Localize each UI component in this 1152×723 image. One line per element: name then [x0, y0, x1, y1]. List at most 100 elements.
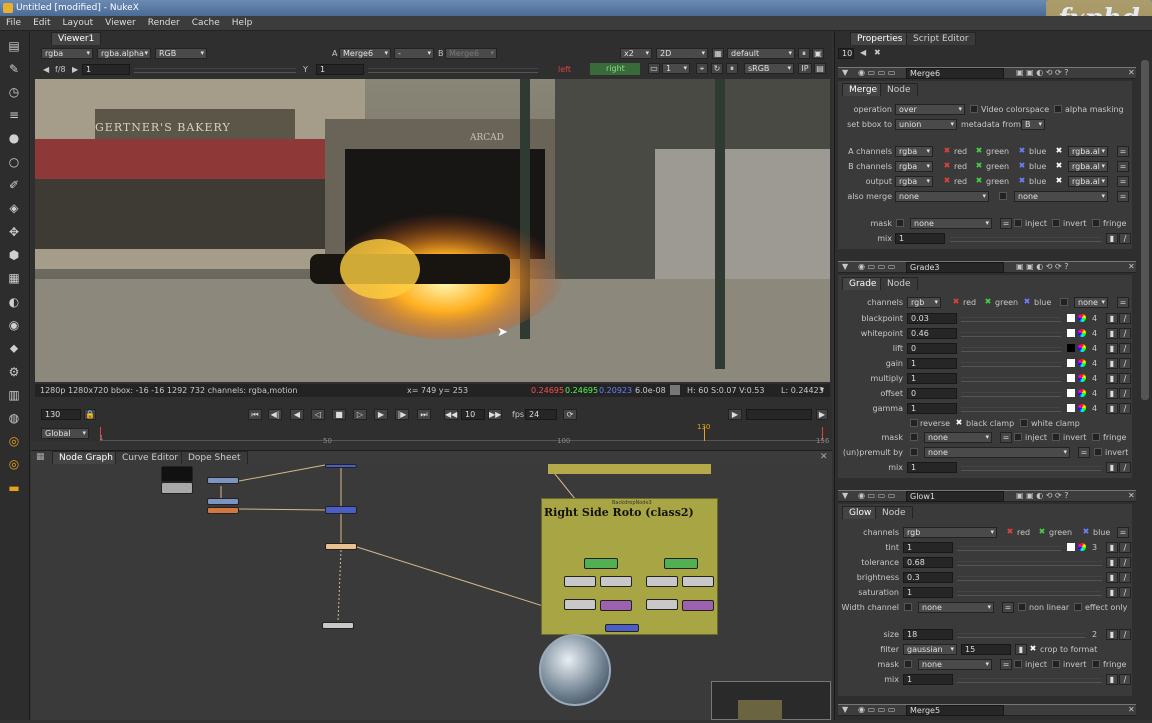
grade3-header[interactable]: ▼ ◉ ▭ ▭ ▭ Grade3 ▣ ▣ ◐ ⟲ ⟳ ? ✕ — [838, 261, 1136, 273]
brightness-field[interactable]: 0.3 — [903, 572, 953, 583]
flipbook-icon[interactable]: ▶ — [728, 409, 742, 420]
b-red-check[interactable]: ✖ — [943, 162, 951, 170]
glow-panel-tools-icon[interactable]: ▣ ▣ ◐ ⟲ ⟳ ? — [1016, 491, 1068, 501]
a-green-check[interactable]: ✖ — [975, 147, 983, 155]
a-blue-check[interactable]: ✖ — [1018, 147, 1026, 155]
grade-alpha-select[interactable]: none — [1074, 297, 1108, 308]
fstop-arrow-icon[interactable]: ▶ — [72, 65, 78, 75]
grade-mix-curve-icon[interactable]: ∕ — [1119, 462, 1131, 473]
menu-layout[interactable]: Layout — [57, 16, 100, 31]
width-channel-select[interactable]: none — [918, 602, 994, 613]
grade-mask-menu[interactable]: = — [1000, 432, 1012, 443]
glow-fringe-checkbox[interactable] — [1092, 660, 1100, 668]
tint-field[interactable]: 1 — [903, 542, 953, 553]
glow1-name-field[interactable]: Glow1 — [906, 491, 1004, 502]
merge6-header[interactable]: ▼ ◉ ▭ ▭ ▭ Merge6 ▣ ▣ ◐ ⟲ ⟳ ? ✕ — [838, 67, 1136, 79]
glow-mix-slider[interactable] — [957, 674, 1102, 683]
grade-offset-field[interactable]: 0 — [907, 388, 957, 399]
draw-icon[interactable]: ✎ — [6, 62, 22, 76]
downrez-select[interactable]: 1 — [662, 63, 690, 74]
premult-invert-checkbox[interactable] — [1094, 448, 1102, 456]
mix-anim-icon[interactable]: ▮ — [1106, 233, 1118, 244]
grade-fringe-checkbox[interactable] — [1092, 433, 1100, 441]
merge5-panel-view-icon[interactable]: ◉ ▭ ▭ ▭ — [858, 705, 895, 715]
metadata-icon[interactable]: ◐ — [6, 295, 22, 309]
loop-icon[interactable]: ⟳ — [563, 409, 577, 420]
output-menu[interactable]: = — [1117, 176, 1129, 187]
glow-channels-select[interactable]: rgb — [903, 527, 997, 538]
b-input-select[interactable]: Merge6 — [445, 48, 497, 59]
grade-invert-checkbox[interactable] — [1052, 433, 1060, 441]
glow-red-check[interactable]: ✖ — [1006, 528, 1014, 536]
grade-gain-field[interactable]: 1 — [907, 358, 957, 369]
max-panels-field[interactable]: 10 — [838, 48, 854, 59]
prev-keyframe-button[interactable]: ◀| — [268, 409, 282, 420]
grade-multiply-anim-icon[interactable]: ▮ — [1106, 373, 1118, 384]
views-icon[interactable]: ▦ — [6, 271, 22, 285]
glow-panel-close-icon[interactable]: ✕ — [1128, 491, 1135, 501]
clear-panels-icon[interactable]: ✖ — [874, 48, 881, 58]
b-blue-check[interactable]: ✖ — [1018, 162, 1026, 170]
compare-select[interactable]: - — [394, 48, 434, 59]
lut-select[interactable]: default — [727, 48, 795, 59]
play-forward-button[interactable]: ▷ — [353, 409, 367, 420]
roto-backdrop[interactable]: BackdropNode3 Right Side Roto (class2) — [541, 498, 718, 635]
glow-mask-checkbox[interactable] — [904, 660, 912, 668]
roto-filter-3[interactable] — [646, 576, 678, 587]
filter-field[interactable]: 15 — [961, 644, 1011, 655]
size-slider[interactable] — [957, 629, 1085, 638]
glow-green-check[interactable]: ✖ — [1038, 528, 1046, 536]
plugin-icon[interactable]: ◎ — [6, 457, 22, 471]
grade-whitepoint-slider[interactable] — [961, 328, 1061, 337]
effect-only-checkbox[interactable] — [1074, 603, 1082, 611]
grade-blackpoint-color-wheel-icon[interactable] — [1078, 314, 1086, 322]
glow-inject-checkbox[interactable] — [1014, 660, 1022, 668]
merge-node-top[interactable] — [325, 464, 357, 468]
menu-cache[interactable]: Cache — [186, 16, 226, 31]
tolerance-field[interactable]: 0.68 — [903, 557, 953, 568]
brightness-anim-icon[interactable]: ▮ — [1106, 572, 1118, 583]
glow-collapse-icon[interactable]: ▼ — [842, 491, 848, 501]
grade-offset-slider[interactable] — [961, 388, 1061, 397]
grade-lift-curve-icon[interactable]: ∕ — [1119, 343, 1131, 354]
mask-checkbox[interactable] — [896, 219, 904, 227]
menu-file[interactable]: File — [0, 16, 27, 31]
out-green-check[interactable]: ✖ — [975, 177, 983, 185]
invert-checkbox[interactable] — [1052, 219, 1060, 227]
size-field[interactable]: 18 — [903, 629, 953, 640]
grade-blackpoint-anim-icon[interactable]: ▮ — [1106, 313, 1118, 324]
grade-whitepoint-curve-icon[interactable]: ∕ — [1119, 328, 1131, 339]
brightness-curve-icon[interactable]: ∕ — [1119, 572, 1131, 583]
collapse-icon[interactable]: ▼ — [842, 68, 848, 78]
grade-blackpoint-curve-icon[interactable]: ∕ — [1119, 313, 1131, 324]
mask-menu[interactable]: = — [1000, 218, 1012, 229]
pause-render-icon[interactable]: ⏸ — [726, 63, 738, 74]
grade-gamma-curve-icon[interactable]: ∕ — [1119, 403, 1131, 414]
mix-curve-icon[interactable]: ∕ — [1119, 233, 1131, 244]
b-channels-select[interactable]: rgba — [895, 161, 933, 172]
fringe-checkbox[interactable] — [1092, 219, 1100, 227]
crosshair-icon[interactable]: ⌖ — [696, 63, 708, 74]
crop-check[interactable]: ✖ — [1029, 645, 1037, 653]
fps-field[interactable]: 24 — [525, 409, 557, 420]
grade-inject-checkbox[interactable] — [1014, 433, 1022, 441]
glow-mask-select[interactable]: none — [918, 659, 992, 670]
transform-node-2[interactable] — [207, 498, 239, 505]
particles-icon[interactable]: ◉ — [6, 318, 22, 332]
grade-mix-field[interactable]: 1 — [907, 462, 957, 473]
tint-slider[interactable] — [957, 542, 1061, 551]
grade-panel-view-icon[interactable]: ◉ ▭ ▭ ▭ — [858, 262, 895, 272]
grade-whitepoint-color-wheel-icon[interactable] — [1078, 329, 1086, 337]
channel-icon[interactable]: ≡ — [6, 108, 22, 122]
width-channel-menu[interactable]: = — [1002, 602, 1014, 613]
roto-merge-left[interactable] — [600, 600, 632, 611]
a-channels-menu[interactable]: = — [1117, 146, 1129, 157]
width-channel-checkbox[interactable] — [904, 603, 912, 611]
also-merge-select-2[interactable]: none — [1014, 191, 1108, 202]
merge-node[interactable] — [325, 506, 357, 514]
metadata-from-select[interactable]: B — [1021, 119, 1045, 130]
grade-offset-curve-icon[interactable]: ∕ — [1119, 388, 1131, 399]
refresh-icon[interactable]: ↻ — [711, 63, 723, 74]
grade-channels-select[interactable]: rgb — [907, 297, 941, 308]
menu-edit[interactable]: Edit — [27, 16, 56, 31]
